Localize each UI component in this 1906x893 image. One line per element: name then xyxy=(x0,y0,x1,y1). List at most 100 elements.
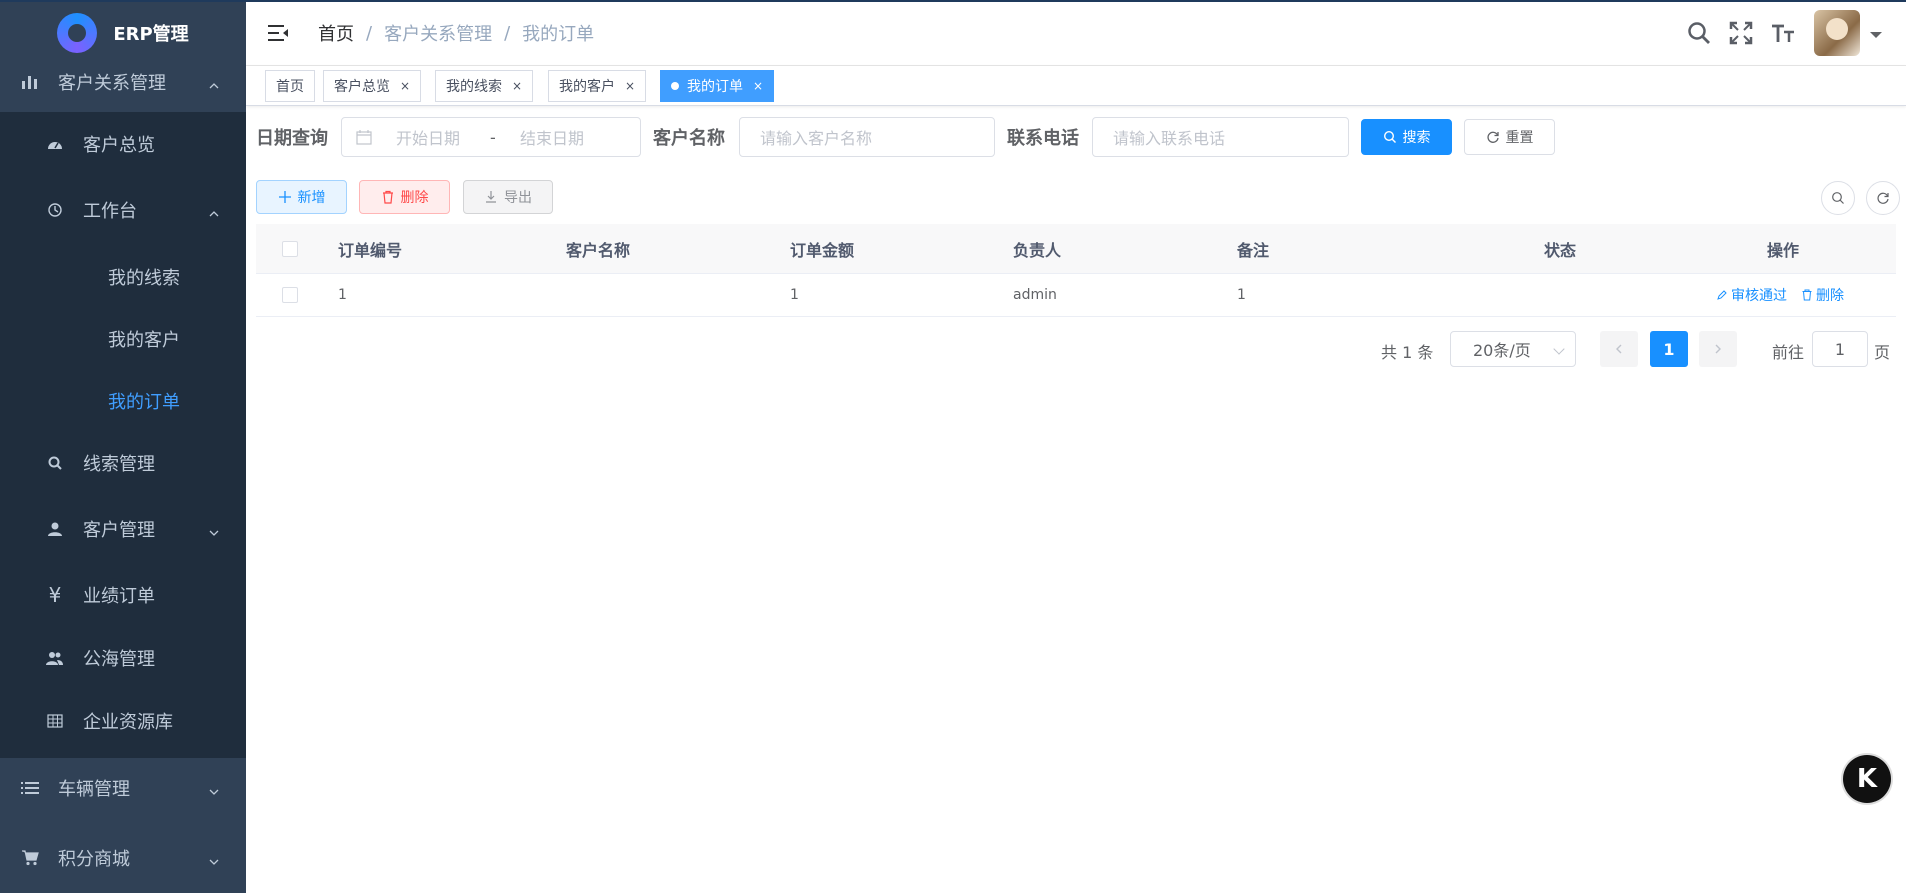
search-icon[interactable] xyxy=(1686,20,1712,46)
select-all-checkbox[interactable] xyxy=(282,224,298,273)
column-header: 状态 xyxy=(1544,240,1577,260)
phone-input[interactable]: 请输入联系电话 xyxy=(1092,117,1349,157)
tag-overview[interactable]: 客户总览 × xyxy=(323,70,422,102)
menu-vehicle-mgmt[interactable]: 车辆管理 xyxy=(0,760,246,816)
navbar: 首页 / 客户关系管理 / 我的订单 xyxy=(246,0,1906,66)
menu-workbench[interactable]: 工作台 xyxy=(0,185,246,235)
toggle-search-button[interactable] xyxy=(1821,181,1855,215)
menu-my-customers[interactable]: 我的客户 xyxy=(0,314,246,364)
tags-view: 首页 客户总览 × 我的线索 × 我的客户 × 我的订单 × xyxy=(246,66,1906,106)
end-date-input[interactable]: 结束日期 xyxy=(520,125,584,149)
shopping-cart-icon xyxy=(20,848,40,868)
search-button[interactable]: 搜索 xyxy=(1361,119,1452,155)
breadcrumb-home[interactable]: 首页 xyxy=(318,20,354,46)
menu-customer-mgmt-label: 客户管理 xyxy=(83,520,155,541)
breadcrumb-separator: / xyxy=(366,22,373,44)
approve-link[interactable]: 审核通过 xyxy=(1716,285,1787,305)
refresh-icon xyxy=(1877,192,1889,204)
close-icon[interactable]: × xyxy=(625,79,635,93)
tag-home[interactable]: 首页 xyxy=(265,70,315,102)
download-icon xyxy=(486,191,496,203)
export-button[interactable]: 导出 xyxy=(463,180,553,214)
refresh-button[interactable] xyxy=(1866,181,1900,215)
orders-table: 订单编号 客户名称 订单金额 负责人 备注 状态 操作 1 1 admin 1 … xyxy=(256,224,1896,317)
menu-public-pool[interactable]: 公海管理 xyxy=(0,633,246,683)
history-icon xyxy=(45,200,65,220)
add-button[interactable]: 新增 xyxy=(256,180,347,214)
menu-vehicle-mgmt-label: 车辆管理 xyxy=(58,779,130,800)
menu-customer-mgmt[interactable]: 客户管理 xyxy=(0,504,246,554)
close-icon[interactable]: × xyxy=(512,79,522,93)
menu-crm[interactable]: 客户关系管理 xyxy=(0,52,246,112)
bar-chart-icon xyxy=(20,72,40,92)
breadcrumb-crm: 客户关系管理 xyxy=(384,24,493,45)
calendar-icon xyxy=(356,129,372,145)
peoples-icon xyxy=(45,648,65,668)
page-size-select[interactable]: 20条/页 xyxy=(1450,331,1576,367)
menu-lead-mgmt[interactable]: 线索管理 xyxy=(0,438,246,488)
chevron-up-icon xyxy=(208,76,220,89)
menu-my-leads-label: 我的线索 xyxy=(108,268,180,289)
menu-my-orders[interactable]: 我的订单 xyxy=(0,376,246,426)
dashboard-icon xyxy=(45,134,65,154)
refresh-icon xyxy=(1486,131,1499,143)
menu-public-pool-label: 公海管理 xyxy=(83,649,155,670)
cell-remark: 1 xyxy=(1237,287,1246,303)
delete-button[interactable]: 删除 xyxy=(359,180,450,214)
export-button-label: 导出 xyxy=(504,190,532,206)
search-icon xyxy=(1832,192,1844,204)
menu-enterprise-lib[interactable]: 企业资源库 xyxy=(0,696,246,746)
date-range-picker[interactable]: 开始日期 - 结束日期 xyxy=(341,117,641,157)
tag-my-orders[interactable]: 我的订单 × xyxy=(660,70,775,102)
goto-page-input[interactable]: 1 xyxy=(1812,331,1868,367)
tag-label: 我的客户 xyxy=(559,79,615,95)
column-header: 客户名称 xyxy=(566,240,631,260)
chevron-left-icon xyxy=(1616,344,1622,354)
search-button-label: 搜索 xyxy=(1402,130,1431,146)
start-date-input[interactable]: 开始日期 xyxy=(396,125,490,149)
menu-enterprise-lib-label: 企业资源库 xyxy=(83,712,173,733)
next-page-button[interactable] xyxy=(1699,331,1737,367)
plus-icon xyxy=(278,191,291,203)
menu-overview[interactable]: 客户总览 xyxy=(0,119,246,169)
row-delete-label: 删除 xyxy=(1816,288,1844,304)
add-button-label: 新增 xyxy=(297,190,326,206)
customer-name-label: 客户名称 xyxy=(653,128,725,149)
yen-icon: ¥ xyxy=(48,583,62,607)
avatar[interactable] xyxy=(1814,10,1860,56)
row-delete-link[interactable]: 删除 xyxy=(1801,285,1844,305)
search-icon xyxy=(45,453,65,473)
menu-my-leads[interactable]: 我的线索 xyxy=(0,252,246,302)
menu-perf-orders-label: 业绩订单 xyxy=(83,586,155,607)
delete-button-label: 删除 xyxy=(400,190,429,206)
column-header: 订单编号 xyxy=(338,240,403,260)
page-number-current[interactable]: 1 xyxy=(1650,331,1688,367)
tag-label: 客户总览 xyxy=(334,79,390,95)
cell-order-no: 1 xyxy=(338,287,347,303)
active-dot xyxy=(671,82,679,90)
tag-my-leads[interactable]: 我的线索 × xyxy=(435,70,534,102)
close-icon[interactable]: × xyxy=(753,79,763,93)
caret-down-icon[interactable] xyxy=(1870,32,1882,38)
close-icon[interactable]: × xyxy=(400,79,410,93)
fullscreen-icon[interactable] xyxy=(1728,20,1754,46)
row-checkbox[interactable] xyxy=(282,274,298,316)
edit-icon xyxy=(1717,290,1727,300)
reset-button-label: 重置 xyxy=(1505,130,1534,146)
prev-page-button[interactable] xyxy=(1600,331,1638,367)
hamburger-icon[interactable] xyxy=(268,24,290,42)
floating-assistant-button[interactable]: K xyxy=(1843,755,1891,803)
menu-crm-label: 客户关系管理 xyxy=(58,73,166,94)
menu-perf-orders[interactable]: ¥ 业绩订单 xyxy=(0,570,246,620)
chevron-down-icon xyxy=(208,782,220,795)
font-size-icon[interactable] xyxy=(1770,20,1796,46)
customer-name-input[interactable]: 请输入客户名称 xyxy=(739,117,995,157)
menu-points-mall-label: 积分商城 xyxy=(58,849,130,870)
range-separator: - xyxy=(490,127,496,147)
reset-button[interactable]: 重置 xyxy=(1464,119,1555,155)
tag-my-customers[interactable]: 我的客户 × xyxy=(548,70,647,102)
menu-overview-label: 客户总览 xyxy=(83,135,155,156)
menu-points-mall[interactable]: 积分商城 xyxy=(0,830,246,886)
column-header: 负责人 xyxy=(1013,240,1062,260)
date-query-label: 日期查询 xyxy=(256,128,328,149)
